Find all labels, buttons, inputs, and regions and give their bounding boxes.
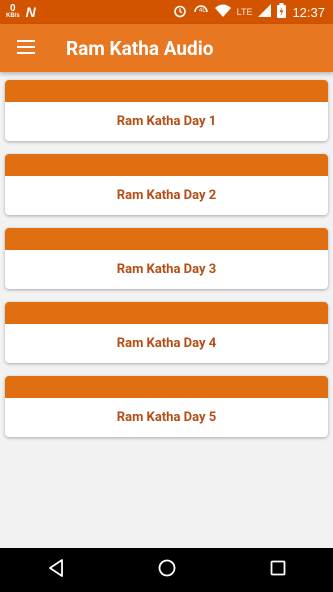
svg-text:4G: 4G [199, 8, 207, 14]
card-header [5, 154, 328, 176]
card-header [5, 80, 328, 102]
list-item-label: Ram Katha Day 3 [116, 262, 217, 277]
notification-n-icon: N [25, 4, 36, 20]
system-navigation-bar [0, 548, 333, 592]
recents-square-icon [270, 560, 286, 580]
list-item-day-3[interactable]: Ram Katha Day 3 [5, 228, 328, 289]
card-header [5, 376, 328, 398]
home-button[interactable] [137, 548, 197, 592]
battery-charging-icon [277, 3, 287, 21]
hamburger-menu-icon [17, 39, 35, 58]
status-left: 0 KB/s N [6, 4, 36, 21]
recents-button[interactable] [248, 548, 308, 592]
status-bar: 0 KB/s N 4G LTE 12:37 [0, 0, 333, 24]
list-item-label: Ram Katha Day 4 [116, 336, 217, 351]
network-type-label: LTE [236, 7, 253, 17]
list-item-label: Ram Katha Day 1 [116, 114, 217, 129]
list-item-label: Ram Katha Day 5 [116, 410, 217, 425]
menu-button[interactable] [0, 24, 52, 72]
back-button[interactable] [26, 548, 86, 592]
app-bar: Ram Katha Audio [0, 24, 333, 72]
signal-4g-icon: 4G [193, 4, 209, 21]
status-clock: 12:37 [292, 4, 325, 20]
status-right: 4G LTE 12:37 [173, 3, 325, 21]
back-triangle-icon [48, 559, 64, 581]
alarm-icon [173, 4, 187, 21]
signal-bars-icon [258, 4, 272, 20]
network-speed-unit: KB/s [6, 13, 20, 19]
network-speed-indicator: 0 KB/s [6, 4, 20, 20]
list-item-day-2[interactable]: Ram Katha Day 2 [5, 154, 328, 215]
list-item-label: Ram Katha Day 2 [116, 188, 217, 203]
list-item-day-4[interactable]: Ram Katha Day 4 [5, 302, 328, 363]
card-header [5, 228, 328, 250]
card-header [5, 302, 328, 324]
list-item-day-1[interactable]: Ram Katha Day 1 [5, 80, 328, 141]
wifi-icon [214, 4, 231, 21]
network-speed-value: 0 [10, 3, 16, 14]
app-title: Ram Katha Audio [66, 36, 214, 60]
home-circle-icon [158, 559, 176, 581]
list-item-day-5[interactable]: Ram Katha Day 5 [5, 376, 328, 437]
